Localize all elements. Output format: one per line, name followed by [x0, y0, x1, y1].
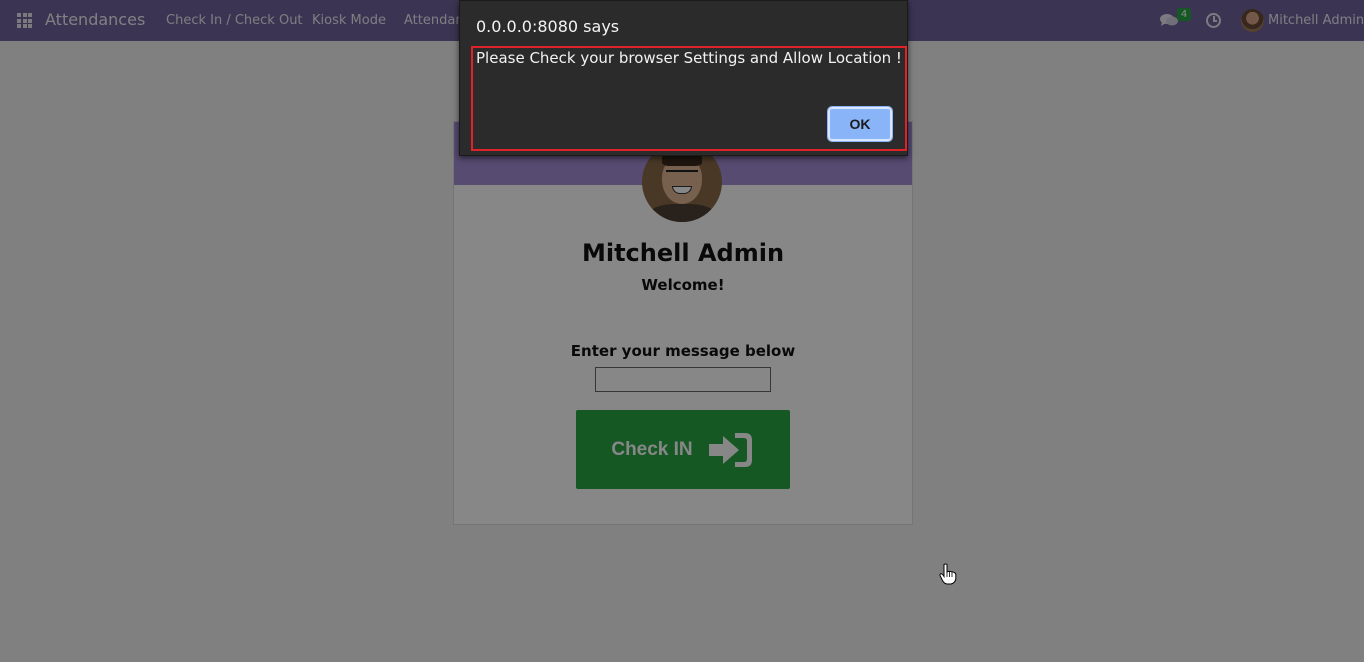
- hand-cursor-icon: [939, 563, 957, 585]
- dialog-title: 0.0.0.0:8080 says: [476, 17, 620, 36]
- dialog-message: Please Check your browser Settings and A…: [476, 49, 902, 67]
- browser-alert-dialog: 0.0.0.0:8080 says Please Check your brow…: [459, 0, 908, 156]
- ok-button[interactable]: OK: [827, 106, 893, 142]
